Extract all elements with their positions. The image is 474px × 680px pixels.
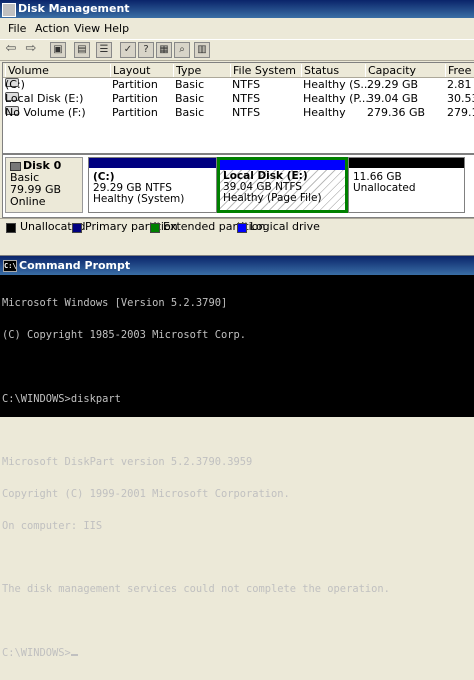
console-line: On computer: IIS bbox=[2, 519, 103, 532]
free-space-cell: 2.81 G bbox=[447, 78, 474, 91]
type-cell: Basic bbox=[175, 92, 205, 105]
help-icon[interactable]: ? bbox=[138, 42, 154, 58]
window-title: Disk Management bbox=[18, 2, 130, 15]
command-prompt-title: Command Prompt bbox=[19, 259, 131, 272]
console-line: The disk management services could not c… bbox=[2, 583, 390, 596]
back-icon[interactable]: ⇦ bbox=[4, 42, 18, 56]
type-cell: Basic bbox=[175, 106, 205, 119]
unallocated-bar bbox=[349, 158, 464, 168]
table-row[interactable]: Local Disk (E:) Partition Basic NTFS Hea… bbox=[3, 92, 474, 106]
partition-status: Unallocated bbox=[353, 182, 416, 194]
free-space-cell: 30.53 G bbox=[447, 92, 474, 105]
table-row[interactable]: No Volume (F:) Partition Basic NTFS Heal… bbox=[3, 106, 474, 120]
layout-cell: Partition bbox=[112, 78, 158, 91]
disk-management-icon bbox=[2, 3, 16, 17]
refresh-icon[interactable]: ✓ bbox=[120, 42, 136, 58]
file-system-cell: NTFS bbox=[232, 106, 261, 119]
console-line: Copyright (C) 1999-2001 Microsoft Corpor… bbox=[2, 487, 290, 500]
text-cursor bbox=[70, 653, 78, 656]
console-line: Microsoft Windows [Version 5.2.3790] bbox=[2, 297, 228, 310]
legend-swatch-logical bbox=[237, 223, 247, 233]
file-system-cell: NTFS bbox=[232, 78, 261, 91]
forward-icon[interactable]: ⇨ bbox=[24, 42, 38, 56]
console-prompt-line: C:\WINDOWS> bbox=[2, 646, 472, 659]
legend-swatch-unallocated bbox=[6, 223, 16, 233]
layout-cell: Partition bbox=[112, 106, 158, 119]
layout-cell: Partition bbox=[112, 92, 158, 105]
status-bar bbox=[0, 235, 474, 256]
menu-bar: File Action View Help bbox=[0, 20, 474, 38]
capacity-cell: 29.29 GB bbox=[367, 78, 419, 91]
console-output[interactable]: Microsoft Windows [Version 5.2.3790] (C)… bbox=[2, 277, 472, 680]
menu-file[interactable]: File bbox=[8, 20, 26, 38]
show-hide-tree-icon[interactable]: ▤ bbox=[74, 42, 90, 58]
console-line: C:\WINDOWS>diskpart bbox=[2, 392, 121, 405]
properties-icon[interactable]: ☰ bbox=[96, 42, 112, 58]
column-type[interactable]: Type bbox=[173, 64, 231, 77]
partition-e[interactable]: Local Disk (E:) 39.04 GB NTFS Healthy (P… bbox=[217, 157, 348, 213]
file-system-cell: NTFS bbox=[232, 92, 261, 105]
column-status[interactable]: Status bbox=[301, 64, 366, 77]
console-prompt: C:\WINDOWS> bbox=[2, 646, 71, 659]
type-cell: Basic bbox=[175, 78, 205, 91]
partition-c[interactable]: (C:) 29.29 GB NTFS Healthy (System) bbox=[88, 157, 217, 213]
disk-status: Online bbox=[10, 195, 46, 208]
console-line: (C) Copyright 1985-2003 Microsoft Corp. bbox=[2, 328, 246, 341]
column-file-system[interactable]: File System bbox=[230, 64, 303, 77]
legend: Unallocated Primary partition Extended p… bbox=[0, 218, 474, 235]
legend-swatch-primary bbox=[72, 223, 82, 233]
command-prompt-icon: C:\ bbox=[3, 260, 17, 272]
column-free-space[interactable]: Free Sp bbox=[445, 64, 474, 77]
disk-management-window: Disk Management File Action View Help ⇦ … bbox=[0, 0, 474, 256]
column-volume[interactable]: Volume bbox=[5, 64, 110, 77]
disk-0-label[interactable]: Disk 0 Basic 79.99 GB Online bbox=[5, 157, 83, 213]
disk-graphical-view: Disk 0 Basic 79.99 GB Online (C:) 29.29 … bbox=[2, 154, 474, 218]
title-bar: Disk Management bbox=[0, 0, 474, 18]
volume-list-header: Volume Layout Type File System Status Ca… bbox=[3, 63, 474, 78]
legend-swatch-extended bbox=[150, 223, 160, 233]
column-capacity[interactable]: Capacity bbox=[365, 64, 446, 77]
logical-drive-bar bbox=[220, 160, 345, 170]
search-icon[interactable]: ⌕ bbox=[174, 42, 190, 58]
primary-partition-bar bbox=[89, 158, 216, 168]
export-icon[interactable]: ▥ bbox=[194, 42, 210, 58]
capacity-cell: 39.04 GB bbox=[367, 92, 419, 105]
command-prompt-window: C:\ Command Prompt Microsoft Windows [Ve… bbox=[0, 256, 474, 658]
column-layout[interactable]: Layout bbox=[110, 64, 173, 77]
console-line: Microsoft DiskPart version 5.2.3790.3959 bbox=[2, 456, 253, 469]
capacity-cell: 279.36 GB bbox=[367, 106, 426, 119]
command-prompt-title-bar: C:\ Command Prompt bbox=[0, 256, 474, 275]
status-cell: Healthy bbox=[303, 106, 346, 119]
partition-status: Healthy (Page File) bbox=[223, 192, 322, 204]
up-icon[interactable]: ▣ bbox=[50, 42, 66, 58]
menu-action[interactable]: Action bbox=[35, 20, 69, 38]
free-space-cell: 279.1 bbox=[447, 106, 474, 119]
toolbar: ⇦ ⇨ ▣ ▤ ☰ ✓ ? ▦ ⌕ ▥ bbox=[0, 39, 474, 61]
table-row[interactable]: (C:) Partition Basic NTFS Healthy (S... … bbox=[3, 78, 474, 92]
menu-help[interactable]: Help bbox=[104, 20, 129, 38]
legend-logical-drive: Logical drive bbox=[250, 220, 320, 233]
disk-icon bbox=[10, 161, 21, 171]
volume-list: Volume Layout Type File System Status Ca… bbox=[2, 62, 474, 154]
unallocated-space[interactable]: 11.66 GB Unallocated bbox=[348, 157, 465, 213]
partition-status: Healthy (System) bbox=[93, 193, 185, 205]
status-cell: Healthy (S... bbox=[303, 78, 371, 91]
menu-view[interactable]: View bbox=[74, 20, 100, 38]
status-cell: Healthy (P... bbox=[303, 92, 369, 105]
console-icon[interactable]: ▦ bbox=[156, 42, 172, 58]
